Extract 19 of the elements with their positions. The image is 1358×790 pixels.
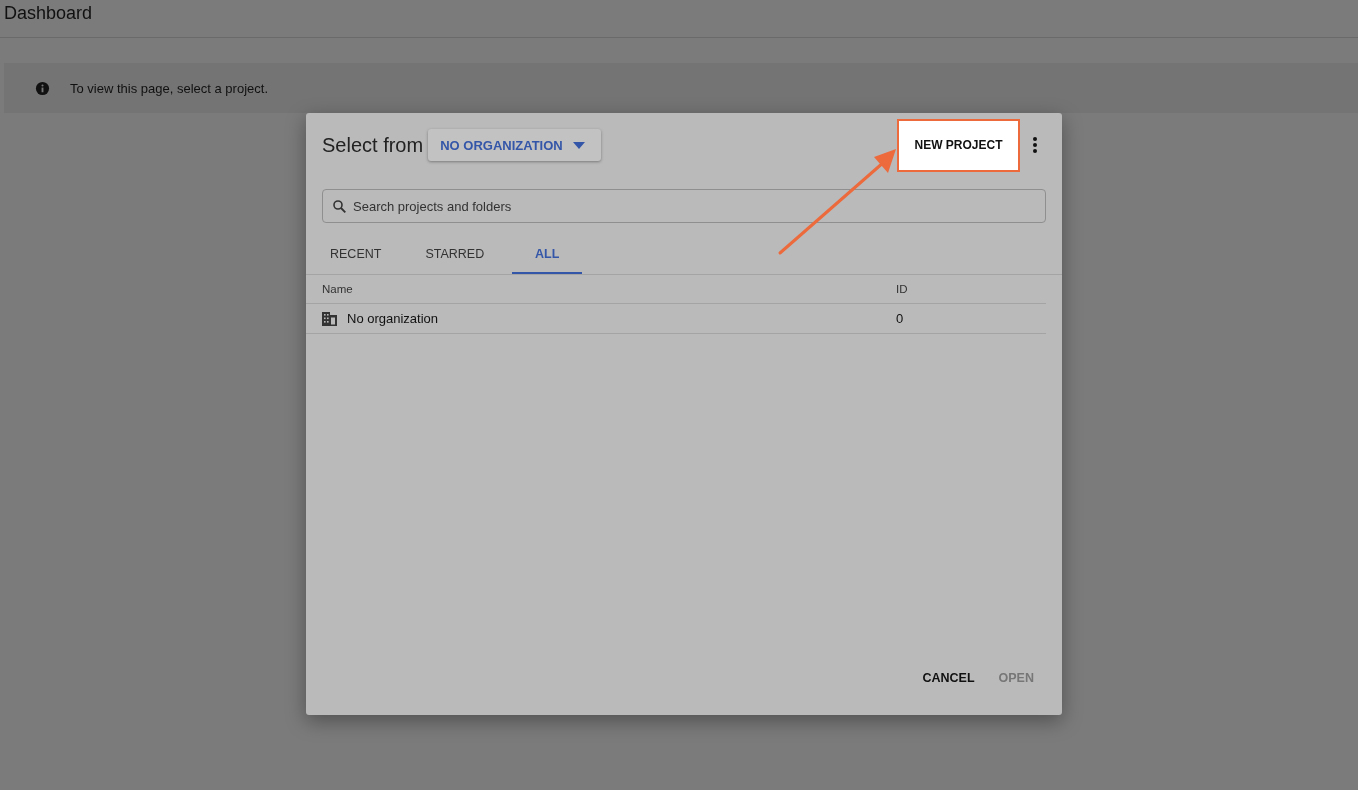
tab[interactable]: STARRED: [409, 236, 501, 274]
banner-message: To view this page, select a project.: [70, 80, 268, 96]
search-field[interactable]: Search projects and folders: [322, 189, 1046, 223]
caret-icon: [572, 141, 585, 149]
page-title: Dashboard: [4, 3, 93, 24]
tab[interactable]: ALL: [512, 236, 583, 274]
tab[interactable]: RECENT: [314, 236, 398, 274]
table-cell-text: 0: [896, 311, 905, 326]
column-header: Name: [322, 283, 354, 295]
dialog-button[interactable]: CANCEL: [914, 663, 983, 693]
dialog-title: Select from: [322, 133, 424, 157]
organization-dropdown[interactable]: NO ORGANIZATION: [428, 129, 601, 161]
info-icon: [35, 80, 50, 96]
more-options-icon[interactable]: [1032, 136, 1038, 154]
table-cell[interactable]: No organization: [347, 311, 439, 326]
search-icon: [333, 200, 346, 213]
column-header: ID: [896, 283, 909, 295]
new-project-button[interactable]: NEW PROJECT: [897, 118, 1020, 172]
building-icon: [322, 311, 337, 326]
